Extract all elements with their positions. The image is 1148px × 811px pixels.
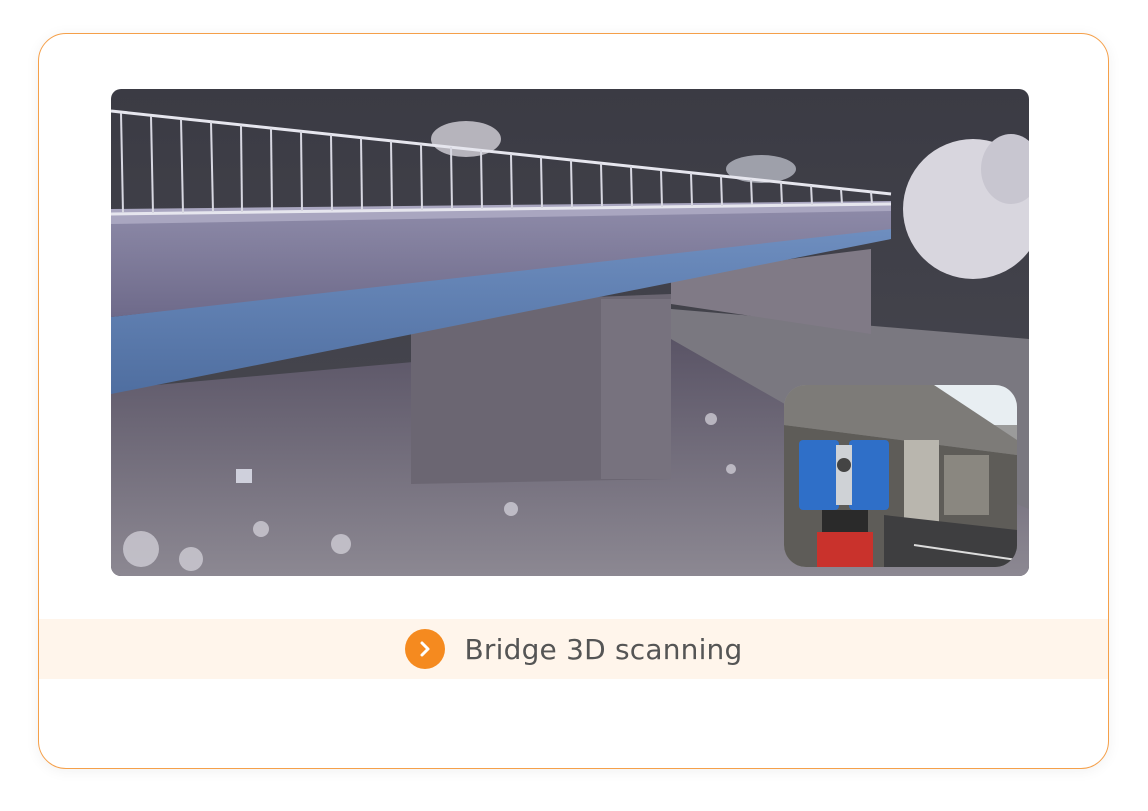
card-caption[interactable]: Bridge 3D scanning (465, 633, 743, 666)
caption-bar[interactable]: Bridge 3D scanning (39, 619, 1108, 679)
chevron-right-icon[interactable] (404, 629, 445, 669)
project-card[interactable]: Bridge 3D scanning (38, 33, 1109, 769)
bridge-point-cloud-image (111, 89, 1029, 576)
laser-scanner-under-bridge-photo (784, 385, 1017, 567)
